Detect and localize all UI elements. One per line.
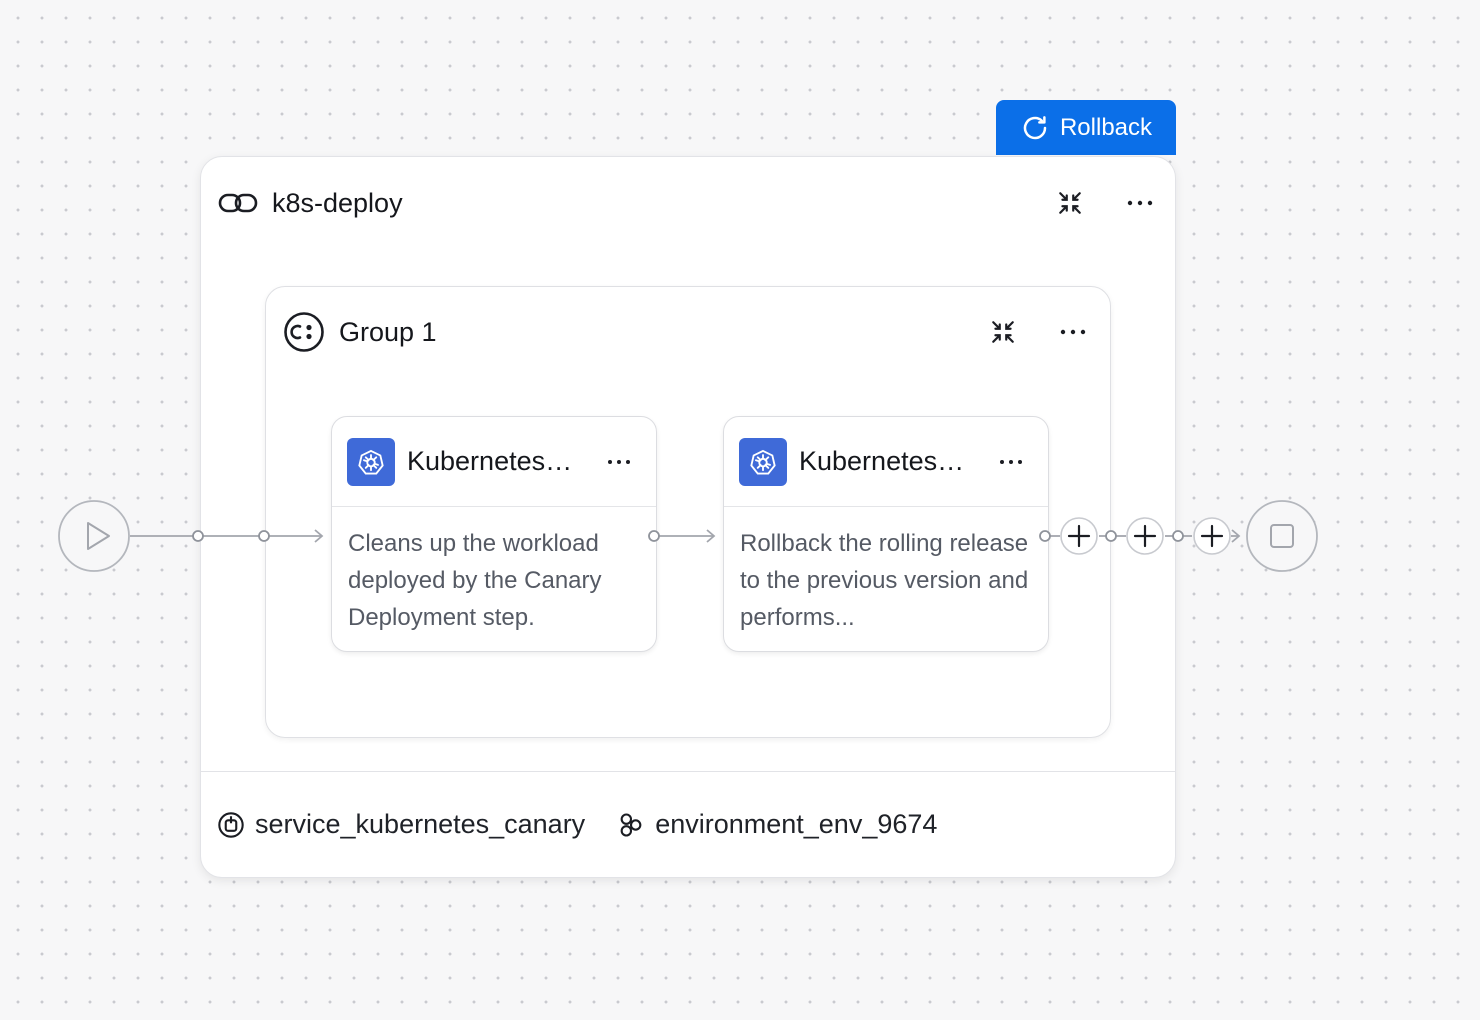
environment-name: environment_env_9674 [655, 809, 938, 839]
infinity-link-icon [218, 191, 258, 215]
group-icon [283, 311, 325, 353]
stage-footer: service_kubernetes_canary environment_en… [201, 771, 1175, 877]
collapse-icon[interactable] [1055, 188, 1085, 218]
environment-icon [617, 811, 645, 839]
add-step-button[interactable] [1126, 517, 1164, 555]
kubernetes-icon [739, 437, 787, 486]
rollback-button[interactable]: Rollback [996, 100, 1176, 155]
service-tag[interactable]: service_kubernetes_canary [217, 809, 585, 840]
stage-header: k8s-deploy [218, 183, 1155, 223]
more-options-icon[interactable] [1058, 317, 1088, 347]
more-options-icon[interactable] [604, 447, 634, 477]
service-name: service_kubernetes_canary [255, 809, 586, 839]
add-step-button[interactable] [1193, 517, 1231, 555]
step-description: Rollback the rolling release to the prev… [740, 530, 1029, 631]
step-description: Cleans up the workload deployed by the C… [348, 530, 602, 631]
collapse-icon[interactable] [988, 317, 1018, 347]
add-step-button[interactable] [1060, 517, 1098, 555]
kubernetes-icon [347, 437, 395, 486]
arrow-head-icon [1231, 529, 1241, 543]
refresh-icon [1020, 113, 1050, 143]
more-options-icon[interactable] [996, 447, 1026, 477]
step-header: Kubernetes Rollback [724, 417, 1048, 507]
service-icon [217, 811, 245, 839]
stage-title: k8s-deploy [272, 187, 403, 218]
more-options-icon[interactable] [1125, 188, 1155, 218]
step-card[interactable]: Kubernetes Canary Delete Cleans up the w… [331, 416, 657, 652]
step-card[interactable]: Kubernetes Rollback Rollback the rolling… [723, 416, 1049, 652]
step-title: Kubernetes Canary Delete [407, 446, 577, 476]
step-header: Kubernetes Canary Delete [332, 417, 656, 507]
group-title: Group 1 [339, 316, 437, 347]
environment-tag[interactable]: environment_env_9674 [617, 809, 937, 840]
pipeline-start-node[interactable] [58, 500, 130, 572]
step-title: Kubernetes Rollback [799, 446, 969, 476]
pipeline-end-node[interactable] [1246, 500, 1318, 572]
rollback-label: Rollback [1059, 113, 1153, 141]
group-header: Group 1 [283, 311, 1088, 353]
